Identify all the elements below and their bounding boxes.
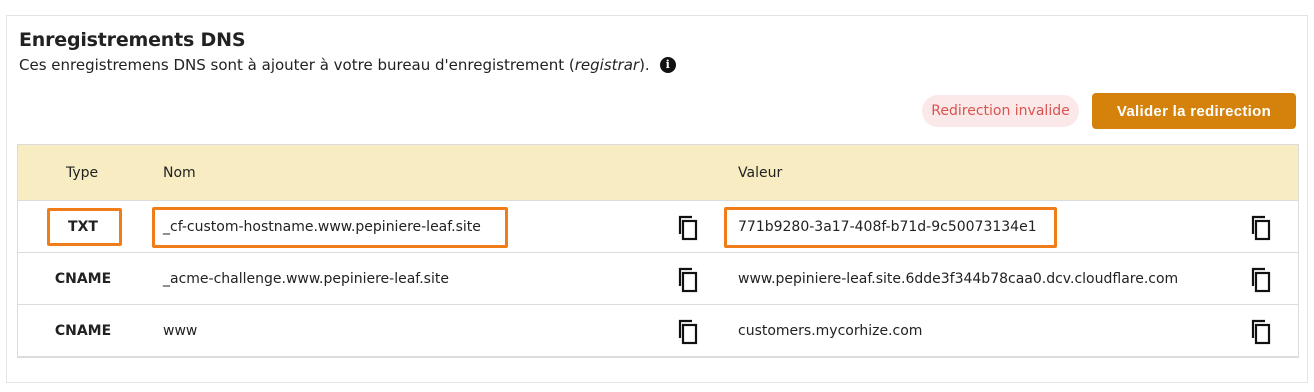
column-header-name: Nom (163, 165, 196, 181)
record-name: _cf-custom-hostname.www.pepiniere-leaf.s… (163, 219, 481, 235)
table-row: CNAME _acme-challenge.www.pepiniere-leaf… (18, 253, 1298, 305)
subtitle-registrar: registrar (574, 56, 640, 74)
record-type: TXT (68, 219, 98, 235)
subtitle-end: ). (639, 56, 650, 74)
dns-records-card: Enregistrements DNS Ces enregistremens D… (6, 15, 1308, 383)
section-subtitle: Ces enregistremens DNS sont à ajouter à … (19, 56, 676, 74)
record-value: customers.mycorhize.com (738, 323, 923, 339)
column-header-type: Type (66, 165, 99, 181)
table-header: Type Nom Valeur (18, 145, 1298, 201)
copy-value-icon[interactable] (1246, 212, 1278, 244)
table-row: CNAME www customers.mycorhize.com (18, 305, 1298, 357)
copy-value-icon[interactable] (1246, 316, 1278, 348)
dns-records-table: Type Nom Valeur TXT _cf-custom-hostname.… (17, 144, 1299, 358)
copy-value-icon[interactable] (1246, 264, 1278, 296)
record-value: www.pepiniere-leaf.site.6dde3f344b78caa0… (738, 271, 1179, 287)
record-type: CNAME (54, 271, 112, 287)
copy-name-icon[interactable] (673, 212, 705, 244)
record-type: CNAME (54, 323, 112, 339)
copy-name-icon[interactable] (673, 264, 705, 296)
section-title: Enregistrements DNS (19, 29, 246, 51)
record-value: 771b9280-3a17-408f-b71d-9c50073134e1 (738, 219, 1037, 235)
record-name: _acme-challenge.www.pepiniere-leaf.site (163, 271, 449, 287)
validate-redirection-button[interactable]: Valider la redirection (1092, 93, 1296, 129)
subtitle-text: Ces enregistremens DNS sont à ajouter à … (19, 56, 575, 74)
record-name: www (163, 323, 198, 339)
status-badge: Redirection invalide (922, 95, 1079, 127)
column-header-value: Valeur (738, 165, 783, 181)
copy-name-icon[interactable] (673, 316, 705, 348)
info-icon[interactable]: i (659, 57, 676, 73)
table-row: TXT _cf-custom-hostname.www.pepiniere-le… (18, 201, 1298, 253)
